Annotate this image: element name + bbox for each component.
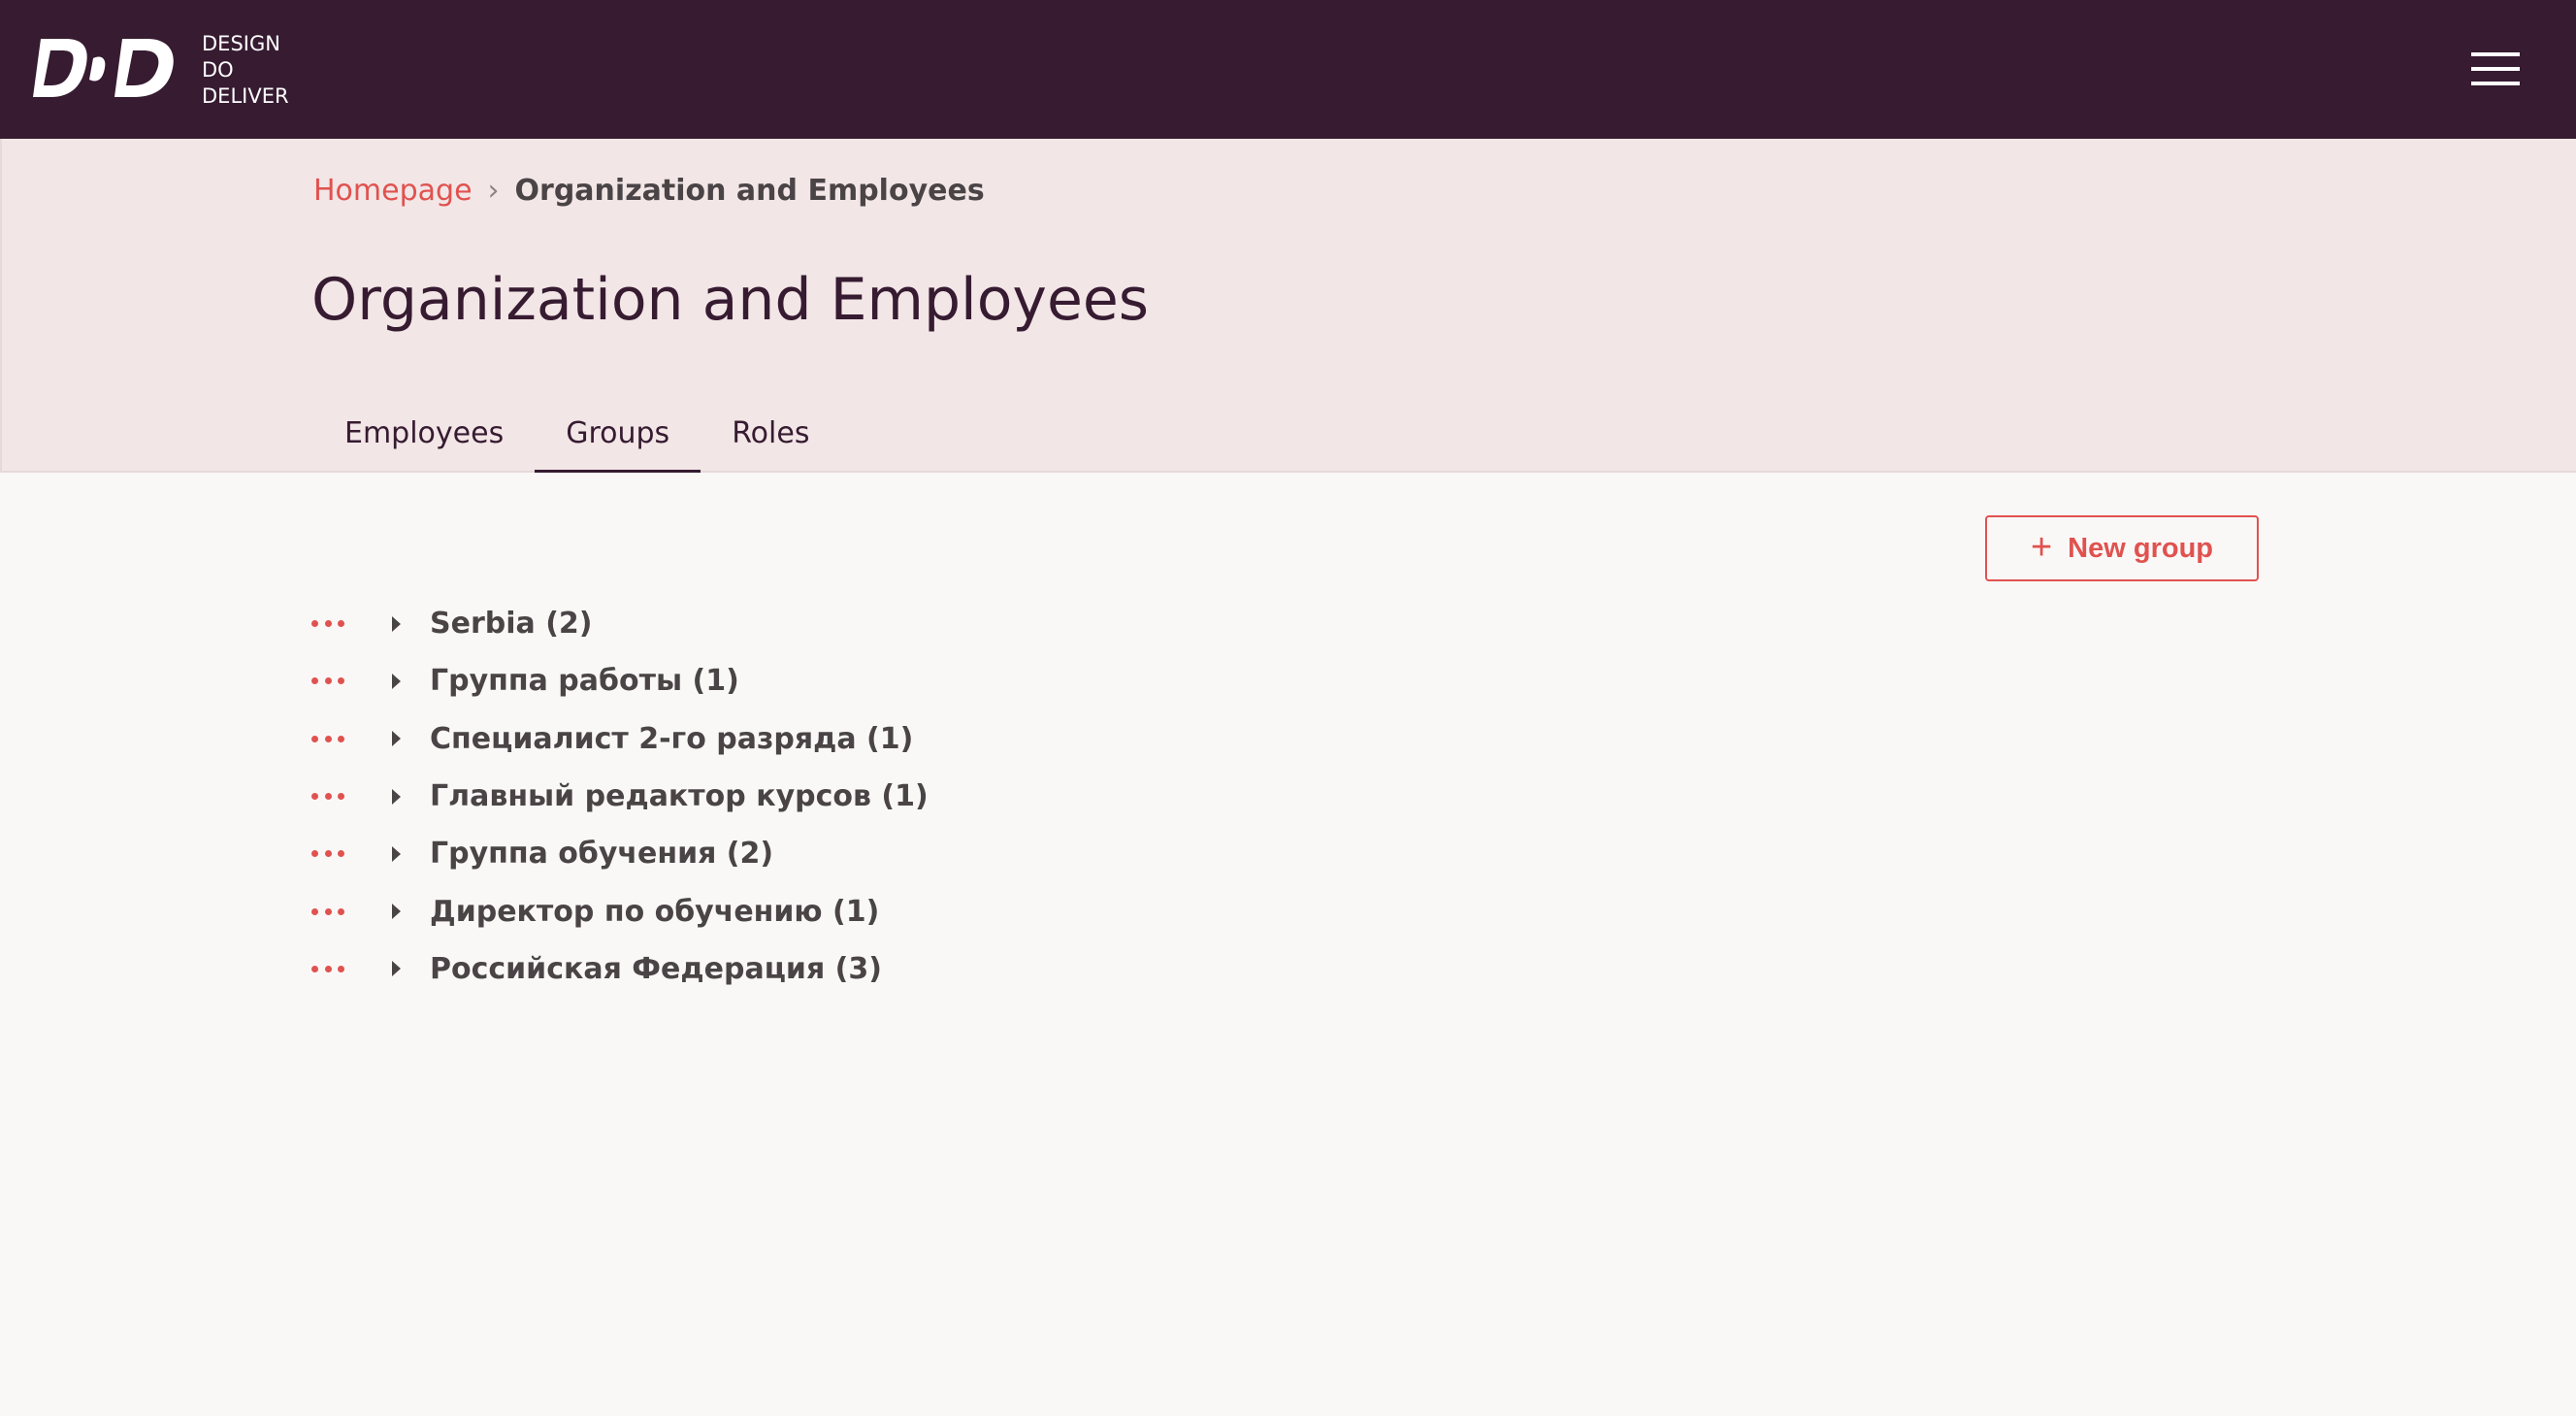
- expand-caret-icon[interactable]: [392, 731, 401, 747]
- expand-caret-icon[interactable]: [392, 615, 401, 632]
- more-options-icon[interactable]: [311, 782, 344, 811]
- plus-icon: +: [2030, 527, 2053, 568]
- more-options-icon[interactable]: [311, 840, 344, 869]
- new-group-label: New group: [2068, 532, 2214, 564]
- group-name[interactable]: Специалист 2-го разряда (1): [430, 722, 913, 756]
- tab-employees[interactable]: Employees: [313, 409, 535, 473]
- top-bar: DESIGN DO DELIVER: [0, 0, 2576, 139]
- group-name[interactable]: Российская Федерация (3): [430, 952, 882, 986]
- group-row-serbia: Serbia (2): [311, 595, 929, 652]
- logo-line-1: DESIGN: [202, 32, 280, 55]
- page-title: Organization and Employees: [311, 266, 1150, 334]
- group-row-work-group: Группа работы (1): [311, 652, 929, 709]
- group-name[interactable]: Главный редактор курсов (1): [430, 779, 929, 813]
- more-options-icon[interactable]: [311, 609, 344, 639]
- logo-text: DESIGN DO DELIVER: [202, 31, 289, 110]
- group-row-specialist: Специалист 2-го разряда (1): [311, 710, 929, 768]
- hamburger-icon: [2471, 52, 2520, 85]
- expand-caret-icon[interactable]: [392, 845, 401, 862]
- expand-caret-icon[interactable]: [392, 961, 401, 977]
- breadcrumb-home-link[interactable]: Homepage: [313, 174, 473, 208]
- group-name[interactable]: Serbia (2): [430, 607, 593, 641]
- breadcrumb-current: Organization and Employees: [514, 174, 985, 208]
- group-row-chief-editor: Главный редактор курсов (1): [311, 768, 929, 825]
- group-list: Serbia (2) Группа работы (1) Специалист …: [311, 595, 929, 998]
- more-options-icon[interactable]: [311, 897, 344, 926]
- logo-line-2: DO: [202, 58, 234, 82]
- group-name[interactable]: Группа обучения (2): [430, 837, 773, 871]
- breadcrumb-chevron-icon: ›: [487, 174, 500, 208]
- tab-bar: Employees Groups Roles: [313, 409, 840, 473]
- expand-caret-icon[interactable]: [392, 788, 401, 805]
- group-name[interactable]: Директор по обучению (1): [430, 895, 879, 929]
- hamburger-menu-button[interactable]: [2455, 47, 2536, 91]
- breadcrumb: Homepage › Organization and Employees: [313, 174, 985, 208]
- tab-groups[interactable]: Groups: [535, 409, 701, 473]
- expand-caret-icon[interactable]: [392, 673, 401, 689]
- new-group-button[interactable]: + New group: [1985, 515, 2259, 581]
- logo-line-3: DELIVER: [202, 84, 289, 108]
- more-options-icon[interactable]: [311, 667, 344, 696]
- group-row-training-group: Группа обучения (2): [311, 825, 929, 882]
- expand-caret-icon[interactable]: [392, 904, 401, 920]
- group-row-training-director: Директор по обучению (1): [311, 882, 929, 939]
- tab-roles[interactable]: Roles: [701, 409, 840, 473]
- group-name[interactable]: Группа работы (1): [430, 664, 739, 698]
- group-row-russia: Российская Федерация (3): [311, 940, 929, 998]
- page-header: Homepage › Organization and Employees Or…: [0, 139, 2576, 473]
- more-options-icon[interactable]: [311, 954, 344, 983]
- more-options-icon[interactable]: [311, 724, 344, 753]
- logo-icon[interactable]: [33, 37, 177, 101]
